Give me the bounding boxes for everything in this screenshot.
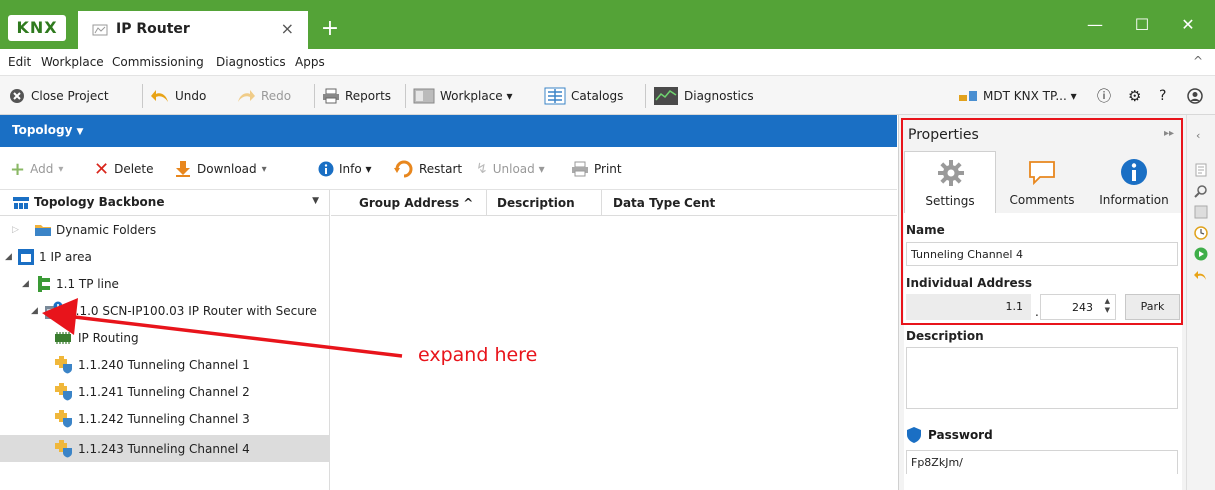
- tab-information[interactable]: Information: [1088, 151, 1180, 213]
- expand-panel-icon[interactable]: ▸▸: [1164, 128, 1174, 139]
- description-label: Description: [906, 329, 984, 343]
- name-label: Name: [906, 223, 945, 237]
- description-textarea[interactable]: [906, 347, 1178, 409]
- information-icon: [1121, 159, 1147, 185]
- list-icon[interactable]: [1194, 205, 1208, 219]
- settings-gear-icon: [938, 160, 964, 186]
- tab-comments-label: Comments: [1009, 193, 1075, 207]
- shield-icon: [907, 427, 921, 443]
- password-input[interactable]: Fp8ZkJm/: [906, 450, 1178, 474]
- name-input[interactable]: Tunneling Channel 4: [906, 242, 1178, 266]
- park-button[interactable]: Park: [1125, 294, 1180, 320]
- properties-panel: Properties ▸▸ Settings Comments Informat…: [898, 115, 1186, 490]
- tab-information-label: Information: [1099, 193, 1169, 207]
- comment-bubble-icon: [1029, 161, 1055, 186]
- tab-settings[interactable]: Settings: [904, 151, 996, 213]
- search-icon[interactable]: [1194, 184, 1208, 198]
- password-row: Password: [906, 426, 993, 444]
- password-label: Password: [928, 428, 993, 442]
- document-icon[interactable]: [1194, 163, 1208, 177]
- undo-history-icon[interactable]: [1194, 268, 1208, 282]
- properties-title: Properties: [908, 127, 979, 143]
- individual-address-label: Individual Address: [906, 276, 1032, 290]
- address-prefix: 1.1: [906, 294, 1031, 320]
- annotation-text: expand here: [418, 344, 538, 366]
- clock-icon[interactable]: [1194, 226, 1208, 240]
- properties-tabs: Settings Comments Information: [904, 151, 1182, 213]
- address-separator: .: [1035, 305, 1039, 319]
- properties-body: Name Tunneling Channel 4 Individual Addr…: [904, 213, 1182, 490]
- address-stepper[interactable]: 243 ▲ ▼: [1040, 294, 1116, 320]
- address-value: 243: [1072, 301, 1093, 314]
- tab-comments[interactable]: Comments: [996, 151, 1088, 213]
- tab-settings-label: Settings: [925, 194, 975, 208]
- side-tool-strip: ‹: [1186, 115, 1215, 490]
- collapse-side-panel-icon[interactable]: ‹: [1196, 129, 1200, 142]
- stepper-arrows-icon[interactable]: ▲ ▼: [1105, 297, 1110, 315]
- play-icon[interactable]: [1194, 247, 1208, 261]
- ets-window: KNX IP Router × + — ☐ ✕ Edit Workplace C…: [0, 0, 1215, 490]
